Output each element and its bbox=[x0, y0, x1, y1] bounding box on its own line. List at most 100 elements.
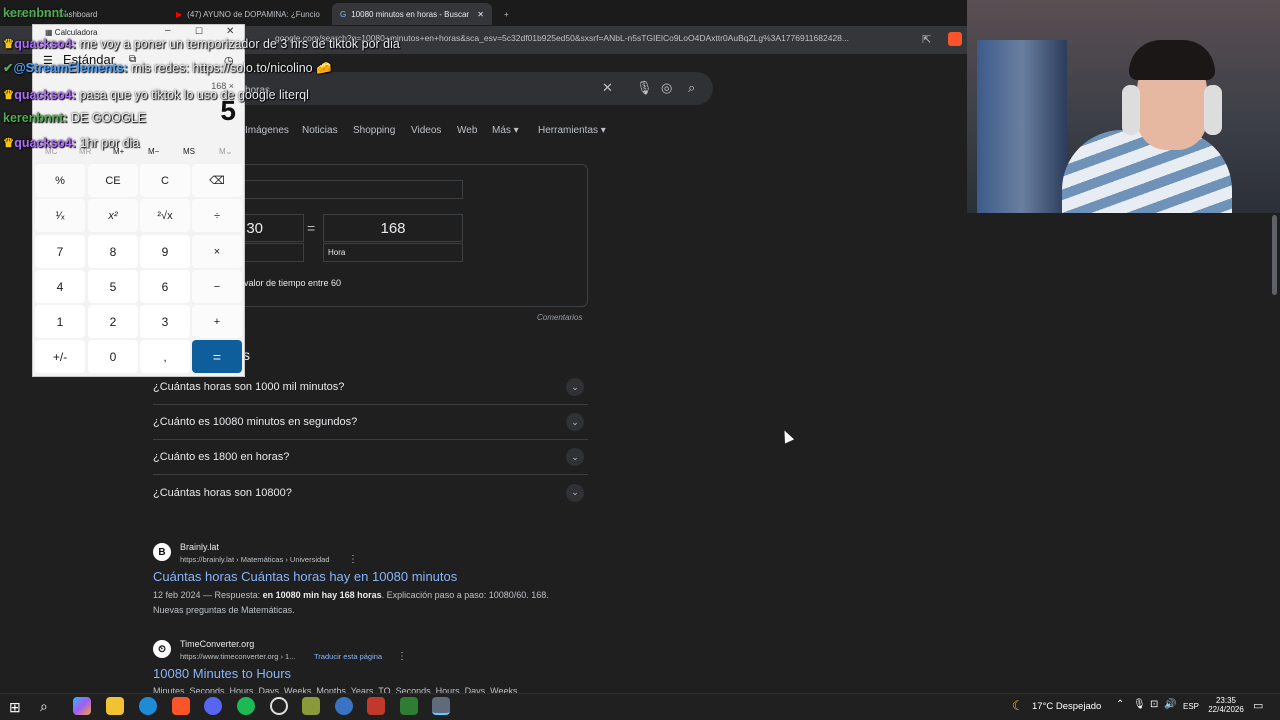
decimal-key[interactable]: , bbox=[140, 340, 190, 373]
chat-username: quackso4: bbox=[14, 88, 77, 102]
digit-2-key[interactable]: 2 bbox=[88, 305, 138, 338]
reciprocal-key[interactable]: ¹⁄ₓ bbox=[35, 199, 85, 232]
start-icon[interactable]: ⊞ bbox=[9, 699, 21, 716]
chat-message: ♛quackso4: pasa que yo tiktok lo uso de … bbox=[3, 87, 309, 102]
weather-text[interactable]: 17°C Despejado bbox=[1032, 701, 1101, 712]
digit-4-key[interactable]: 4 bbox=[35, 270, 85, 303]
tab-images[interactable]: Imágenes bbox=[245, 125, 289, 136]
crown-icon: ♛ bbox=[3, 37, 15, 51]
faq-item[interactable]: ¿Cuántas horas son 10800? ⌄ bbox=[153, 475, 588, 510]
scrollbar[interactable] bbox=[1272, 215, 1277, 295]
feedback-link[interactable]: Comentarios bbox=[537, 313, 582, 322]
calculator-taskbar-icon[interactable] bbox=[432, 697, 450, 715]
obs-icon[interactable] bbox=[270, 697, 288, 715]
digit-1-key[interactable]: 1 bbox=[35, 305, 85, 338]
add-key[interactable]: + bbox=[192, 305, 242, 338]
more-options-icon[interactable]: ⋮ bbox=[397, 651, 407, 662]
square-root-key[interactable]: ²√x bbox=[140, 199, 190, 232]
chat-username: quackso4: bbox=[14, 37, 77, 51]
digit-7-key[interactable]: 7 bbox=[35, 235, 85, 268]
search-icon[interactable]: ⌕ bbox=[40, 698, 48, 715]
tab-google-search[interactable]: G 10080 minutos en horas - Buscar ✕ bbox=[332, 3, 492, 25]
to-unit-select[interactable]: Hora bbox=[323, 243, 463, 262]
close-tab-icon[interactable]: ✕ bbox=[477, 10, 484, 19]
result-site-name: Brainly.lat bbox=[180, 542, 219, 552]
lens-icon[interactable]: ◎ bbox=[661, 80, 672, 96]
notification-icon[interactable]: ▭ bbox=[1253, 699, 1263, 712]
subtract-key[interactable]: − bbox=[192, 270, 242, 303]
to-value-input[interactable]: 168 bbox=[323, 214, 463, 242]
app-icon[interactable] bbox=[367, 697, 385, 715]
divide-key[interactable]: ÷ bbox=[192, 199, 242, 232]
volume-icon[interactable]: 🔊 bbox=[1164, 699, 1176, 710]
backspace-key[interactable]: ⌫ bbox=[192, 164, 242, 197]
chevron-down-icon[interactable]: ⌄ bbox=[566, 413, 584, 431]
digit-9-key[interactable]: 9 bbox=[140, 235, 190, 268]
minimize-button[interactable]: – bbox=[165, 25, 171, 36]
from-value-input[interactable]: 30 bbox=[240, 214, 304, 242]
memory-list-button[interactable]: M⌄ bbox=[219, 147, 232, 156]
network-icon[interactable]: ⊡ bbox=[1150, 699, 1158, 710]
clear-icon[interactable]: ✕ bbox=[602, 80, 613, 96]
tab-tools[interactable]: Herramientas ▾ bbox=[538, 125, 606, 136]
new-tab-button[interactable]: + bbox=[496, 3, 516, 25]
app-icon[interactable] bbox=[400, 697, 418, 715]
more-options-icon[interactable]: ⋮ bbox=[348, 554, 358, 565]
chevron-up-icon[interactable]: ⌃ bbox=[1116, 699, 1124, 710]
tab-shopping[interactable]: Shopping bbox=[353, 125, 395, 136]
tab-more[interactable]: Más ▾ bbox=[492, 125, 519, 136]
square-key[interactable]: x² bbox=[88, 199, 138, 232]
app-icon[interactable] bbox=[302, 697, 320, 715]
digit-8-key[interactable]: 8 bbox=[88, 235, 138, 268]
chevron-down-icon[interactable]: ⌄ bbox=[566, 483, 584, 502]
tab-youtube[interactable]: ▶ (47) AYUNO de DOPAMINA: ¿Funcio bbox=[168, 3, 328, 25]
file-explorer-icon[interactable] bbox=[106, 697, 124, 715]
app-icon[interactable] bbox=[335, 697, 353, 715]
quantity-select[interactable] bbox=[240, 180, 463, 199]
brave-shield-icon[interactable] bbox=[948, 32, 962, 46]
spotify-icon[interactable] bbox=[237, 697, 255, 715]
digit-0-key[interactable]: 0 bbox=[88, 340, 138, 373]
memory-subtract-button[interactable]: M− bbox=[148, 147, 159, 156]
result-snippet: Minutes, Seconds, Hours, Days, Weeks, Mo… bbox=[153, 686, 520, 693]
result-title[interactable]: Cuántas horas Cuántas horas hay en 10080… bbox=[153, 569, 457, 584]
share-icon[interactable]: ⇱ bbox=[922, 33, 931, 46]
tab-web[interactable]: Web bbox=[457, 125, 477, 136]
digit-5-key[interactable]: 5 bbox=[88, 270, 138, 303]
tab-news[interactable]: Noticias bbox=[302, 125, 338, 136]
clear-key[interactable]: C bbox=[140, 164, 190, 197]
google-icon: G bbox=[340, 9, 347, 19]
formula-note: valor de tiempo entre 60 bbox=[244, 278, 342, 288]
search-icon[interactable]: ⌕ bbox=[688, 80, 695, 96]
webcam-feed bbox=[967, 0, 1280, 213]
brave-icon[interactable] bbox=[172, 697, 190, 715]
result-title[interactable]: 10080 Minutes to Hours bbox=[153, 666, 291, 681]
faq-item[interactable]: ¿Cuánto es 10080 minutos en segundos? ⌄ bbox=[153, 405, 588, 440]
from-unit-select[interactable] bbox=[240, 243, 304, 262]
microphone-icon[interactable]: 🎙 bbox=[1133, 699, 1146, 710]
headphones-icon bbox=[1122, 85, 1140, 135]
memory-store-button[interactable]: MS bbox=[183, 147, 195, 156]
equals-sign: = bbox=[307, 220, 316, 236]
language-indicator[interactable]: ESP bbox=[1183, 702, 1199, 711]
clear-entry-key[interactable]: CE bbox=[88, 164, 138, 197]
negate-key[interactable]: +/- bbox=[35, 340, 85, 373]
digit-6-key[interactable]: 6 bbox=[140, 270, 190, 303]
discord-icon[interactable] bbox=[204, 697, 222, 715]
result-url[interactable]: https://brainly.lat › Matemáticas › Univ… bbox=[180, 555, 330, 564]
copilot-icon[interactable] bbox=[73, 697, 91, 715]
result-url[interactable]: https://www.timeconverter.org › 1... bbox=[180, 652, 295, 661]
microphone-icon[interactable]: 🎙 bbox=[636, 80, 653, 96]
clock[interactable]: 23:35 22/4/2026 bbox=[1206, 696, 1246, 714]
chat-text: mis redes: https://solo.to/nicolino 🧀 bbox=[131, 61, 332, 75]
chevron-down-icon[interactable]: ⌄ bbox=[566, 448, 584, 466]
equals-key[interactable]: = bbox=[192, 340, 242, 373]
faq-item[interactable]: ¿Cuánto es 1800 en horas? ⌄ bbox=[153, 440, 588, 475]
digit-3-key[interactable]: 3 bbox=[140, 305, 190, 338]
translate-link[interactable]: Traducir esta página bbox=[314, 652, 382, 661]
percent-key[interactable]: % bbox=[35, 164, 85, 197]
tab-videos[interactable]: Videos bbox=[411, 125, 441, 136]
edge-icon[interactable] bbox=[139, 697, 157, 715]
chevron-down-icon[interactable]: ⌄ bbox=[566, 378, 584, 396]
multiply-key[interactable]: × bbox=[192, 235, 242, 268]
